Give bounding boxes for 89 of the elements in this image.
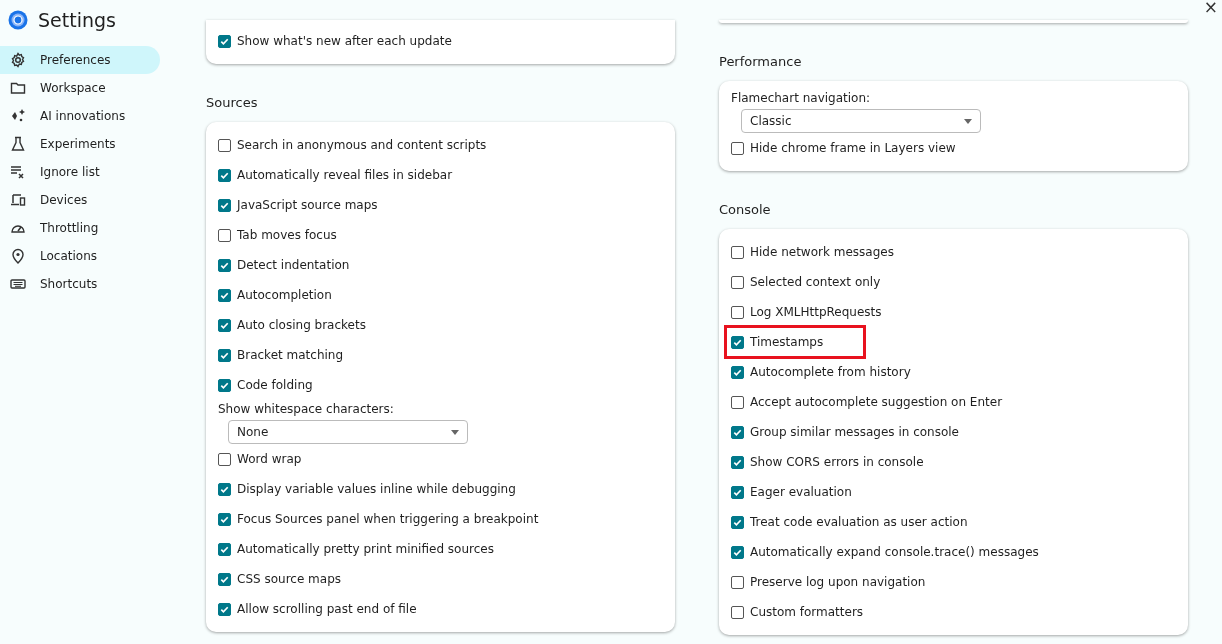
window-title: Settings — [38, 9, 116, 31]
checkbox-label: Accept autocomplete suggestion on Enter — [750, 395, 1003, 409]
checkbox-label: Log XMLHttpRequests — [750, 305, 882, 319]
section-title: Performance — [719, 54, 803, 71]
checkbox-label: Show what's new after each update — [237, 34, 452, 48]
checkbox-label: Automatically reveal files in sidebar — [237, 168, 453, 182]
select-label: Flamechart navigation: — [731, 91, 872, 105]
checkbox[interactable] — [218, 602, 231, 616]
checkbox[interactable] — [218, 258, 231, 272]
checkbox-label: Treat code evaluation as user action — [750, 515, 968, 529]
sparkle-icon — [10, 108, 26, 124]
checkbox-label: Preserve log upon navigation — [750, 575, 926, 589]
checkbox[interactable] — [731, 305, 744, 319]
sidebar-item[interactable]: AI innovations — [0, 102, 160, 130]
checkbox[interactable] — [731, 605, 744, 619]
checkbox-label: Auto closing brackets — [237, 318, 366, 332]
checkbox-label: Word wrap — [237, 452, 302, 466]
checkbox-label: Autocompletion — [237, 288, 332, 302]
sidebar-item[interactable]: Throttling — [0, 214, 160, 242]
checkbox-label: Allow scrolling past end of file — [237, 602, 417, 616]
checkbox[interactable] — [731, 365, 744, 379]
checkbox[interactable] — [218, 228, 231, 242]
checkbox-label: Automatically pretty print minified sources — [237, 542, 494, 556]
ignore-icon — [10, 164, 26, 180]
checkbox[interactable] — [731, 575, 744, 589]
checkbox[interactable] — [218, 572, 231, 586]
checkbox-label: Bracket matching — [237, 348, 344, 362]
checkbox[interactable] — [218, 348, 231, 362]
checkbox[interactable] — [731, 455, 744, 469]
keyboard-icon — [10, 276, 26, 292]
folder-icon — [10, 80, 26, 96]
checkbox[interactable] — [731, 275, 744, 289]
checkbox-label: Search in anonymous and content scripts — [237, 138, 487, 152]
checkbox-label: JavaScript source maps — [237, 198, 378, 212]
dropdown[interactable]: Classic — [741, 109, 981, 133]
checkbox[interactable] — [218, 168, 231, 182]
checkbox[interactable] — [218, 318, 231, 332]
checkbox[interactable] — [731, 485, 744, 499]
close-button[interactable]: × — [1203, 0, 1218, 17]
select-label: Show whitespace characters: — [218, 402, 395, 416]
checkbox[interactable] — [731, 515, 744, 529]
checkbox[interactable] — [218, 288, 231, 302]
sidebar-item[interactable]: Ignore list — [0, 158, 160, 186]
checkbox-label: Focus Sources panel when triggering a breakpoint — [237, 512, 539, 526]
checkbox-label: Automatically expand console.trace() messages — [750, 545, 1039, 559]
dropdown[interactable]: None — [228, 420, 468, 444]
sidebar-item[interactable]: Devices — [0, 186, 160, 214]
checkbox-label: Autocomplete from history — [750, 365, 911, 379]
checkbox[interactable] — [218, 138, 231, 152]
sidebar-item[interactable]: Preferences — [0, 46, 160, 74]
checkbox[interactable] — [218, 198, 231, 212]
checkbox-label: Show CORS errors in console — [750, 455, 924, 469]
section-title: Console — [719, 202, 772, 219]
gear-icon — [10, 52, 26, 68]
checkbox-label: Eager evaluation — [750, 485, 852, 499]
sidebar-item[interactable]: Experiments — [0, 130, 160, 158]
checkbox-label: Tab moves focus — [237, 228, 337, 242]
flask-icon — [10, 136, 26, 152]
checkbox[interactable] — [218, 34, 231, 48]
checkbox-label: Code folding — [237, 378, 313, 392]
section-title: Sources — [206, 95, 259, 112]
checkbox[interactable] — [218, 542, 231, 556]
checkbox-label: Group similar messages in console — [750, 425, 959, 439]
checkbox[interactable] — [218, 482, 231, 496]
sidebar-item[interactable]: Locations — [0, 242, 160, 270]
checkbox-label: Hide chrome frame in Layers view — [750, 141, 956, 155]
checkbox-label: Hide network messages — [750, 245, 894, 259]
checkbox[interactable] — [218, 452, 231, 466]
checkbox[interactable] — [731, 425, 744, 439]
devices-icon — [10, 192, 26, 208]
checkbox-label: Selected context only — [750, 275, 881, 289]
sidebar-item[interactable]: Workspace — [0, 74, 160, 102]
checkbox[interactable] — [731, 335, 744, 349]
sidebar-item[interactable]: Shortcuts — [0, 270, 160, 298]
checkbox-label: CSS source maps — [237, 572, 341, 586]
checkbox[interactable] — [731, 395, 744, 409]
logo-icon — [8, 10, 28, 30]
caret-icon — [451, 429, 459, 435]
checkbox-label: Custom formatters — [750, 605, 864, 619]
caret-icon — [964, 118, 972, 124]
checkbox-label: Display variable values inline while debugging — [237, 482, 516, 496]
checkbox[interactable] — [218, 512, 231, 526]
checkbox-label: Timestamps — [750, 335, 824, 349]
checkbox[interactable] — [731, 245, 744, 259]
pin-icon — [10, 248, 26, 264]
checkbox[interactable] — [731, 141, 744, 155]
checkbox[interactable] — [218, 378, 231, 392]
checkbox-label: Detect indentation — [237, 258, 350, 272]
checkbox[interactable] — [731, 545, 744, 559]
